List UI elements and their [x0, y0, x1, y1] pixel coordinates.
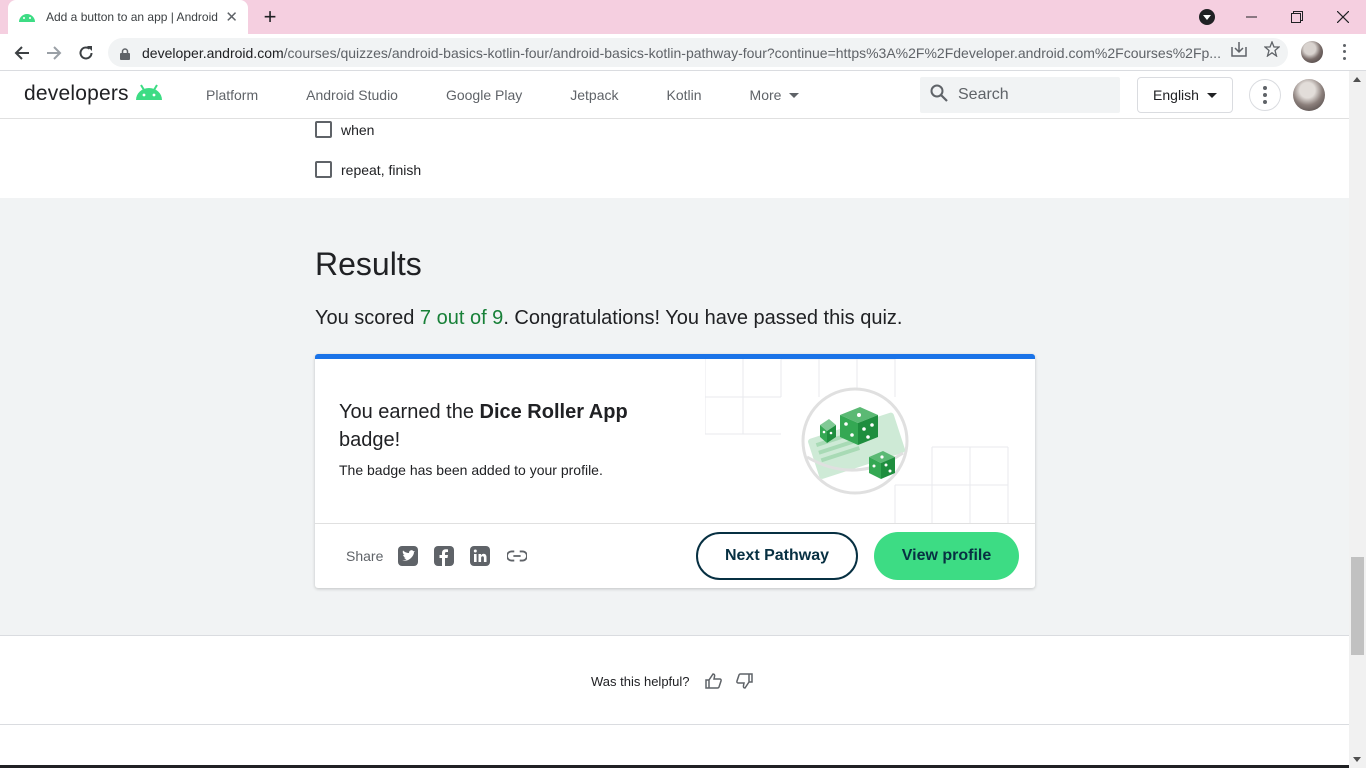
- quiz-option[interactable]: repeat, finish: [315, 161, 421, 178]
- language-select[interactable]: English: [1137, 77, 1233, 113]
- browser-tab[interactable]: Add a button to an app | Android Develop…: [8, 0, 248, 34]
- tab-title: Add a button to an app | Android Develop…: [46, 10, 222, 24]
- search-input[interactable]: [958, 86, 1108, 104]
- scroll-down-icon[interactable]: [1353, 757, 1361, 762]
- browser-menu-icon[interactable]: [1336, 42, 1352, 62]
- nav-jetpack[interactable]: Jetpack: [546, 87, 642, 103]
- feedback-question: Was this helpful?: [591, 673, 690, 689]
- logo-text: developers: [24, 82, 129, 105]
- site-menu-icon[interactable]: [1249, 79, 1281, 111]
- tab-search-icon[interactable]: [1199, 9, 1215, 25]
- user-avatar[interactable]: [1293, 79, 1325, 111]
- reload-icon[interactable]: [73, 40, 99, 66]
- dice-roller-badge-icon: [705, 359, 1009, 524]
- linkedin-icon[interactable]: [470, 546, 490, 566]
- results-title: Results: [315, 246, 422, 282]
- nav-more[interactable]: More: [726, 87, 824, 103]
- android-favicon-icon: [18, 8, 36, 26]
- badge-subtext: The badge has been added to your profile…: [339, 462, 603, 478]
- developers-logo[interactable]: developers: [24, 82, 163, 106]
- badge-card-footer: Share Next Pathway View profile: [315, 523, 1035, 588]
- score-value: 7 out of 9: [419, 307, 504, 329]
- next-pathway-button[interactable]: Next Pathway: [696, 532, 858, 580]
- forward-icon[interactable]: [41, 40, 67, 66]
- chevron-down-icon: [1206, 92, 1217, 98]
- results-section: Results You scored 7 out of 9. Congratul…: [0, 198, 1349, 636]
- nav-google-play[interactable]: Google Play: [422, 87, 546, 103]
- option-label: repeat, finish: [341, 161, 422, 178]
- chevron-down-icon: [789, 92, 800, 98]
- search-icon: [930, 84, 948, 107]
- page-scrollbar[interactable]: [1349, 71, 1366, 768]
- option-label: when: [341, 121, 375, 138]
- share-label: Share: [346, 548, 384, 564]
- checkbox[interactable]: [315, 121, 332, 138]
- thumbs-down-icon[interactable]: [734, 671, 754, 691]
- site-search[interactable]: [920, 77, 1120, 113]
- browser-tab-bar: Add a button to an app | Android Develop…: [0, 0, 1366, 34]
- nav-kotlin[interactable]: Kotlin: [643, 87, 726, 103]
- nav-more-label: More: [749, 87, 782, 103]
- facebook-icon[interactable]: [434, 546, 454, 566]
- address-bar[interactable]: developer.android.com/courses/quizzes/an…: [108, 38, 1288, 67]
- page-footer-strip: [0, 726, 1349, 768]
- feedback-row: Was this helpful?: [591, 671, 754, 691]
- site-header: developers Platform Android Studio Googl…: [0, 71, 1349, 119]
- url-text: developer.android.com/courses/quizzes/an…: [142, 44, 1221, 61]
- new-tab-button[interactable]: +: [258, 4, 282, 29]
- tab-close-icon[interactable]: ✕: [225, 8, 238, 26]
- back-icon[interactable]: [9, 40, 35, 66]
- badge-earned-text: You earned the Dice Roller App badge!: [339, 401, 628, 451]
- restore-icon[interactable]: [1274, 0, 1320, 34]
- score-line: You scored 7 out of 9. Congratulations! …: [315, 307, 903, 329]
- close-window-icon[interactable]: [1320, 0, 1366, 34]
- link-icon[interactable]: [507, 546, 527, 566]
- bookmark-star-icon[interactable]: [1263, 40, 1281, 58]
- browser-profile-avatar[interactable]: [1301, 41, 1323, 63]
- install-icon[interactable]: [1230, 40, 1248, 58]
- twitter-icon[interactable]: [398, 546, 418, 566]
- nav-android-studio[interactable]: Android Studio: [282, 87, 422, 103]
- badge-name: Dice Roller App: [479, 401, 628, 423]
- feedback-bar: Was this helpful?: [0, 637, 1349, 725]
- badge-card: You earned the Dice Roller App badge! Th…: [315, 354, 1035, 588]
- view-profile-button[interactable]: View profile: [874, 532, 1019, 580]
- checkbox[interactable]: [315, 161, 332, 178]
- quiz-options: when repeat, finish: [0, 120, 1349, 198]
- scroll-up-icon[interactable]: [1353, 77, 1361, 82]
- site-nav: Platform Android Studio Google Play Jetp…: [182, 71, 823, 119]
- lock-icon: [120, 47, 130, 60]
- scrollbar-thumb[interactable]: [1351, 557, 1364, 655]
- quiz-option[interactable]: when: [315, 121, 374, 138]
- language-label: English: [1153, 87, 1199, 103]
- thumbs-up-icon[interactable]: [704, 671, 724, 691]
- android-logo-icon: [135, 83, 163, 106]
- browser-toolbar: developer.android.com/courses/quizzes/an…: [0, 34, 1366, 71]
- nav-platform[interactable]: Platform: [182, 87, 282, 103]
- minimize-icon[interactable]: [1228, 0, 1274, 34]
